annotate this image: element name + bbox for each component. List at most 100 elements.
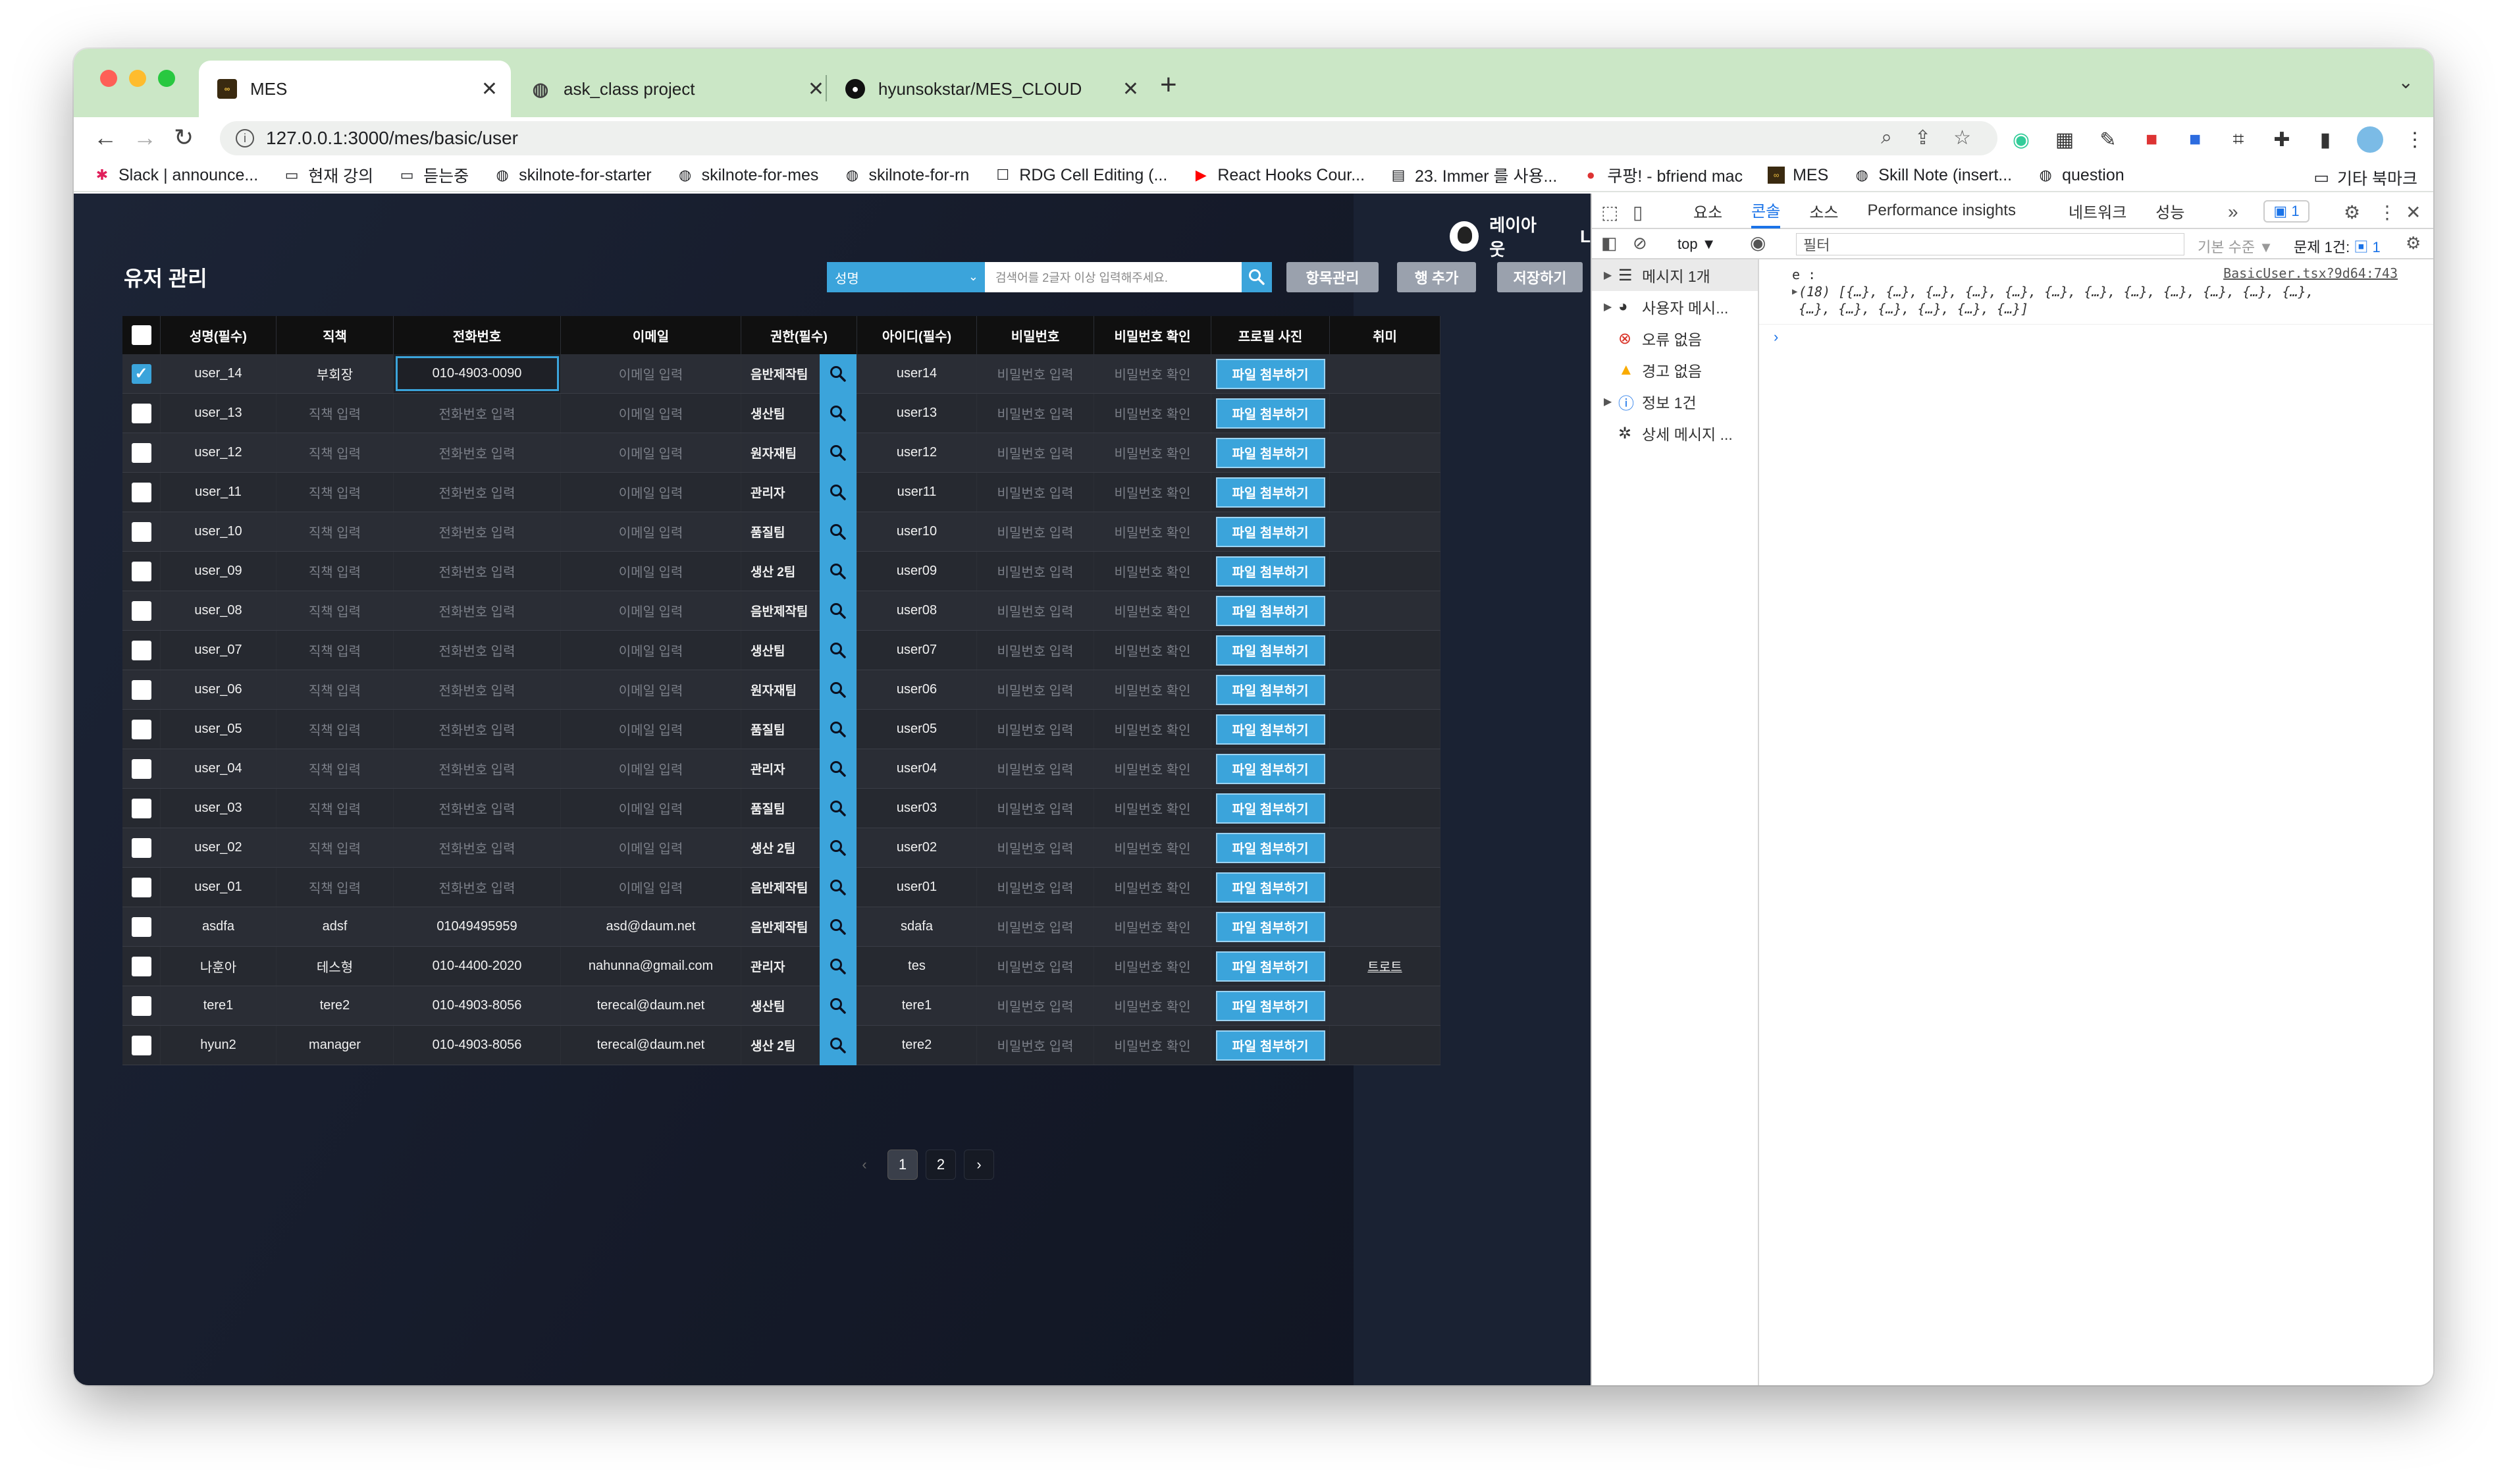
name-cell[interactable]: hyun2 (161, 1026, 277, 1065)
id-cell[interactable]: user06 (857, 670, 977, 709)
id-cell[interactable]: tes (857, 947, 977, 986)
close-tab-icon[interactable]: ✕ (808, 78, 824, 101)
name-cell[interactable]: user_10 (161, 512, 277, 551)
close-window-button[interactable] (100, 70, 117, 87)
role-cell[interactable]: 품질팀 (741, 709, 857, 749)
id-cell[interactable]: user12 (857, 433, 977, 472)
hobby-cell[interactable] (1330, 1026, 1440, 1065)
hobby-cell[interactable] (1330, 591, 1440, 630)
devtools-tab-performance[interactable]: 성능 (2155, 193, 2184, 228)
page-button[interactable]: 1 (887, 1150, 918, 1180)
bookmark-star-icon[interactable]: ☆ (1953, 126, 1971, 149)
bookmark-slack[interactable]: ✱ Slack | announce... (93, 166, 258, 185)
name-cell[interactable]: user_01 (161, 868, 277, 907)
phone-cell[interactable]: 전화번호 입력 (394, 512, 561, 551)
row-checkbox[interactable] (131, 561, 151, 581)
email-cell[interactable]: terecal@daum.net (561, 986, 741, 1025)
password-confirm-cell[interactable]: 비밀번호 확인 (1094, 433, 1211, 472)
role-search-button[interactable] (820, 591, 857, 631)
name-cell[interactable]: user_07 (161, 631, 277, 670)
tab-mes[interactable]: ∞ MES ✕ (199, 61, 511, 117)
password-confirm-cell[interactable]: 비밀번호 확인 (1094, 789, 1211, 828)
more-options-icon[interactable]: ⋮ (2378, 201, 2396, 223)
role-cell[interactable]: 원자재팀 (741, 670, 857, 710)
role-search-button[interactable] (820, 749, 857, 789)
phone-cell[interactable]: 전화번호 입력 (394, 789, 561, 828)
row-checkbox[interactable] (131, 995, 151, 1016)
name-cell[interactable]: asdfa (161, 907, 277, 946)
manage-columns-button[interactable]: 항목관리 (1286, 262, 1379, 292)
site-info-icon[interactable]: i (236, 129, 254, 147)
hobby-cell[interactable] (1330, 907, 1440, 946)
position-cell[interactable]: 직책 입력 (277, 552, 394, 591)
sidepanel-icon[interactable]: ▮ (2313, 128, 2337, 151)
next-page-icon[interactable]: › (964, 1150, 994, 1180)
email-cell[interactable]: 이메일 입력 (561, 749, 741, 788)
name-cell[interactable]: user_14 (161, 354, 277, 393)
phone-cell[interactable]: 전화번호 입력 (394, 433, 561, 472)
position-cell[interactable]: 직책 입력 (277, 591, 394, 630)
user-menu[interactable]: 레이아웃 L (1450, 212, 1591, 261)
position-cell[interactable]: 직책 입력 (277, 828, 394, 867)
password-cell[interactable]: 비밀번호 입력 (977, 828, 1094, 867)
email-cell[interactable]: 이메일 입력 (561, 552, 741, 591)
role-cell[interactable]: 원자재팀 (741, 433, 857, 473)
row-checkbox[interactable] (131, 403, 151, 423)
password-cell[interactable]: 비밀번호 입력 (977, 512, 1094, 551)
zoom-icon[interactable]: ⌕ (1881, 126, 1892, 149)
prev-page-icon[interactable]: ‹ (849, 1150, 880, 1180)
role-search-button[interactable] (820, 986, 857, 1026)
sidebar-item-info[interactable]: ▶ ⓘ 정보 1건 (1592, 386, 1758, 417)
row-checkbox[interactable] (131, 719, 151, 739)
email-cell[interactable]: asd@daum.net (561, 907, 741, 946)
password-cell[interactable]: 비밀번호 입력 (977, 749, 1094, 788)
devtools-tab-console[interactable]: 콘솔 (1751, 193, 1781, 228)
sidebar-item-warnings[interactable]: ▲ 경고 없음 (1592, 354, 1758, 386)
device-toolbar-icon[interactable]: ▯ (1633, 201, 1643, 223)
column-header[interactable]: 성명(필수) (161, 316, 277, 354)
role-cell[interactable]: 생산팀 (741, 393, 857, 433)
attach-file-button[interactable]: 파일 첨부하기 (1215, 753, 1325, 784)
phone-cell[interactable]: 전화번호 입력 (394, 394, 561, 433)
console-filter-input[interactable]: 필터 (1796, 233, 2184, 255)
column-header[interactable]: 권한(필수) (741, 316, 857, 354)
password-cell[interactable]: 비밀번호 입력 (977, 710, 1094, 749)
password-cell[interactable]: 비밀번호 입력 (977, 473, 1094, 512)
position-cell[interactable]: 직책 입력 (277, 433, 394, 472)
add-row-button[interactable]: 행 추가 (1397, 262, 1476, 292)
row-checkbox[interactable] (131, 442, 151, 463)
id-cell[interactable]: user05 (857, 710, 977, 749)
role-cell[interactable]: 음반제작팀 (741, 907, 857, 947)
password-confirm-cell[interactable]: 비밀번호 확인 (1094, 512, 1211, 551)
email-cell[interactable]: 이메일 입력 (561, 670, 741, 709)
close-devtools-icon[interactable]: ✕ (2406, 201, 2421, 223)
sidebar-item-errors[interactable]: ⊗ 오류 없음 (1592, 323, 1758, 354)
tab-search-icon[interactable]: ⌄ (2398, 71, 2414, 93)
log-source-link[interactable]: BasicUser.tsx?9d64:743 (2223, 265, 2398, 282)
row-checkbox[interactable] (131, 916, 151, 937)
id-cell[interactable]: user09 (857, 552, 977, 591)
name-cell[interactable]: tere1 (161, 986, 277, 1025)
password-confirm-cell[interactable]: 비밀번호 확인 (1094, 354, 1211, 393)
position-cell[interactable]: 직책 입력 (277, 789, 394, 828)
phone-cell[interactable]: 전화번호 입력 (394, 670, 561, 709)
name-cell[interactable]: user_09 (161, 552, 277, 591)
password-confirm-cell[interactable]: 비밀번호 확인 (1094, 710, 1211, 749)
expand-triangle-icon[interactable]: ▶ (1792, 283, 1797, 300)
position-cell[interactable]: 직책 입력 (277, 512, 394, 551)
attach-file-button[interactable]: 파일 첨부하기 (1215, 990, 1325, 1021)
bookmark-link[interactable]: ∞ MES (1768, 166, 1828, 185)
column-header[interactable]: 아이디(필수) (857, 316, 977, 354)
role-cell[interactable]: 음반제작팀 (741, 354, 857, 394)
position-cell[interactable]: 직책 입력 (277, 394, 394, 433)
role-search-button[interactable] (820, 1025, 857, 1065)
profile-avatar-icon[interactable] (2357, 126, 2383, 153)
role-cell[interactable]: 품질팀 (741, 788, 857, 828)
page-button[interactable]: 2 (926, 1150, 956, 1180)
email-cell[interactable]: 이메일 입력 (561, 394, 741, 433)
position-cell[interactable]: 직책 입력 (277, 749, 394, 788)
attach-file-button[interactable]: 파일 첨부하기 (1215, 358, 1325, 389)
reload-icon[interactable]: ↻ (174, 124, 194, 151)
role-cell[interactable]: 생산 2팀 (741, 828, 857, 868)
password-confirm-cell[interactable]: 비밀번호 확인 (1094, 591, 1211, 630)
